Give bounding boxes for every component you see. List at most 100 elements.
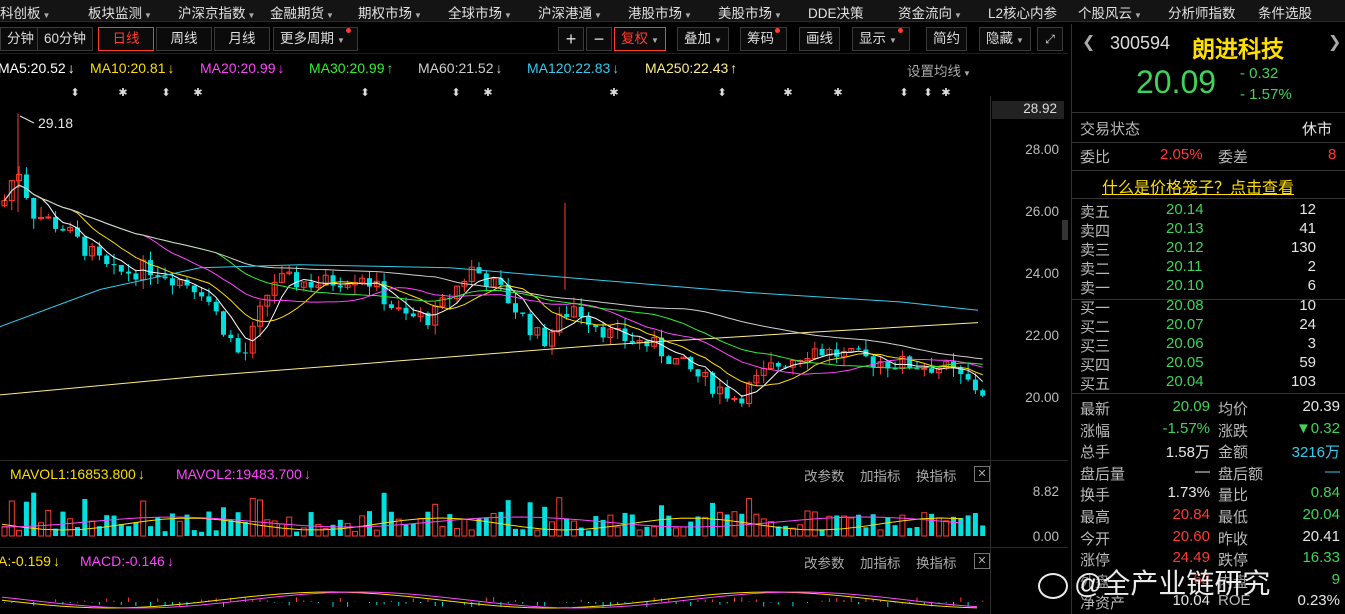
stat-label: 今开 — [1080, 530, 1111, 548]
volume-bar — [447, 514, 453, 536]
stat-value: 20.04 — [1302, 506, 1340, 523]
stat-value: — — [1325, 462, 1340, 480]
stat-row: 盘后量 — 盘后额 — — [1080, 463, 1340, 484]
top-menu-item[interactable]: 期权市场 ▼ — [358, 2, 422, 22]
simple-button[interactable]: 简约 — [926, 27, 967, 51]
top-menu-item[interactable]: L2核心内参 — [988, 2, 1057, 22]
draw-line-button[interactable]: 画线 — [799, 27, 840, 51]
top-menu-item[interactable]: 科创板 ▼ — [0, 2, 50, 22]
candle-body — [929, 368, 935, 373]
candle-body — [75, 227, 80, 237]
chips-button[interactable]: 筹码 — [740, 27, 787, 51]
fuquan-button[interactable]: 复权 ▼ — [614, 27, 666, 51]
order-level-label: 买二 — [1080, 319, 1111, 336]
volume-bar — [958, 517, 964, 536]
expand-icon[interactable]: ⤢ — [1037, 27, 1063, 51]
macd-switch-indicator-button[interactable]: 换指标 — [916, 552, 957, 572]
top-menu-item[interactable]: 沪深京指数 ▼ — [178, 2, 255, 22]
ma-settings-button[interactable]: 设置均线 ▼ — [907, 60, 971, 80]
candle-body — [308, 281, 314, 288]
volume-bar — [564, 518, 570, 536]
candle-body — [242, 352, 248, 354]
macd-add-indicator-button[interactable]: 加指标 — [860, 552, 901, 572]
volume-bar — [856, 514, 862, 536]
divider — [1072, 393, 1345, 394]
chevron-down-icon: ▼ — [42, 11, 51, 20]
order-price: 20.04 — [1166, 373, 1204, 390]
top-menu-item[interactable]: 分析师指数 — [1168, 2, 1236, 22]
candle-body — [520, 312, 526, 314]
volume-add-indicator-button[interactable]: 加指标 — [860, 465, 901, 485]
zoom-in-button[interactable]: + — [558, 27, 584, 51]
order-price: 20.07 — [1166, 316, 1204, 333]
top-menu-item[interactable]: 条件选股 — [1258, 2, 1312, 22]
candle-body — [578, 306, 584, 317]
top-menu-item[interactable]: 个股风云 ▼ — [1078, 2, 1142, 22]
top-menu-item[interactable]: 资金流向 ▼ — [898, 2, 962, 22]
order-level-label: 买一 — [1080, 300, 1111, 317]
volume-bar — [23, 501, 29, 536]
stat-label: 最低 — [1218, 509, 1249, 526]
top-menu-item[interactable]: 美股市场 ▼ — [718, 2, 782, 22]
chart-scroll-handle[interactable] — [1062, 220, 1068, 240]
prev-stock-icon[interactable]: ❮ — [1082, 32, 1095, 52]
period-minute-button[interactable]: 分钟 — [0, 27, 41, 51]
candle-body — [169, 278, 175, 286]
stat-value: 20.60 — [1172, 527, 1210, 545]
period-month-button[interactable]: 月线 — [214, 27, 270, 51]
volume-bar — [841, 515, 847, 537]
candle-body — [542, 327, 548, 347]
top-menu-item[interactable]: 沪深港通 ▼ — [538, 2, 602, 22]
order-price: 20.10 — [1166, 277, 1204, 294]
volume-bar — [1, 526, 8, 537]
event-marker-icon: ✱ — [118, 87, 127, 99]
order-price: 20.06 — [1166, 335, 1204, 352]
top-menu-item[interactable]: 金融期货 ▼ — [270, 2, 334, 22]
volume-bar — [140, 500, 147, 537]
volume-bar — [826, 515, 833, 537]
panel-divider — [0, 460, 1068, 461]
candle-body — [294, 272, 299, 288]
order-level-label: 买五 — [1080, 376, 1111, 393]
top-menu-bar: 科创板 ▼ 板块监测 ▼ 沪深京指数 ▼ 金融期货 ▼ 期权市场 ▼ 全球市场 ▼ 沪深港通 ▼ 港股市场 ▼… — [0, 0, 1345, 22]
volume-close-icon[interactable]: ✕ — [974, 466, 990, 482]
volume-bar — [972, 513, 978, 536]
volume-bar — [133, 522, 139, 536]
stat-row: 最高 20.84 最低 20.04 — [1080, 506, 1340, 527]
price-cage-link[interactable]: 什么是价格笼子？点击查看 — [1102, 174, 1294, 198]
top-menu-item[interactable]: DDE决策 — [808, 2, 864, 22]
macd-close-icon[interactable]: ✕ — [974, 553, 990, 569]
volume-bar — [242, 521, 248, 536]
volume-bar — [373, 529, 380, 537]
top-menu-item[interactable]: 全球市场 ▼ — [448, 2, 512, 22]
volume-bar — [542, 506, 548, 536]
display-button[interactable]: 显示 ▼ — [852, 27, 910, 51]
next-stock-icon[interactable]: ❯ — [1328, 32, 1341, 52]
volume-switch-indicator-button[interactable]: 换指标 — [916, 465, 957, 485]
stat-row: 最新 20.09 均价 20.39 — [1080, 398, 1340, 419]
stat-value: 20.39 — [1302, 398, 1340, 415]
overlay-button[interactable]: 叠加 ▼ — [677, 27, 729, 51]
stat-label: 量比 — [1218, 487, 1249, 505]
stat-label: 均价 — [1218, 401, 1249, 418]
period-day-button[interactable]: 日线 — [98, 27, 154, 51]
weicha-value: 8 — [1328, 146, 1337, 163]
volume-change-params-button[interactable]: 改参数 — [804, 465, 845, 485]
stat-value: ▼0.32 — [1295, 419, 1340, 437]
top-menu-item[interactable]: 板块监测 ▼ — [88, 2, 152, 22]
volume-bar — [31, 492, 37, 536]
volume-bar — [951, 516, 956, 536]
volume-bar — [235, 512, 241, 536]
period-week-button[interactable]: 周线 — [156, 27, 212, 51]
stat-row: 今开 20.60 昨收 20.41 — [1080, 528, 1340, 549]
macd-change-params-button[interactable]: 改参数 — [804, 552, 845, 572]
period-60min-button[interactable]: 60分钟 — [37, 27, 94, 51]
candle-body — [337, 285, 343, 288]
volume-bar — [403, 524, 409, 536]
more-periods-button[interactable]: 更多周期 ▼ — [273, 27, 358, 51]
hide-button[interactable]: 隐藏 ▼ — [979, 27, 1031, 51]
top-menu-item[interactable]: 港股市场 ▼ — [628, 2, 692, 22]
zoom-out-button[interactable]: − — [586, 27, 612, 51]
stat-label: 涨幅 — [1080, 422, 1111, 440]
candlestick-chart[interactable]: 29.18 ⬍ ✱ ⬍ ✱ ⬍ ⬍ ✱ ✱ ⬍ ✱ ✱ ⬍ ⬍ ✱ — [0, 80, 990, 460]
